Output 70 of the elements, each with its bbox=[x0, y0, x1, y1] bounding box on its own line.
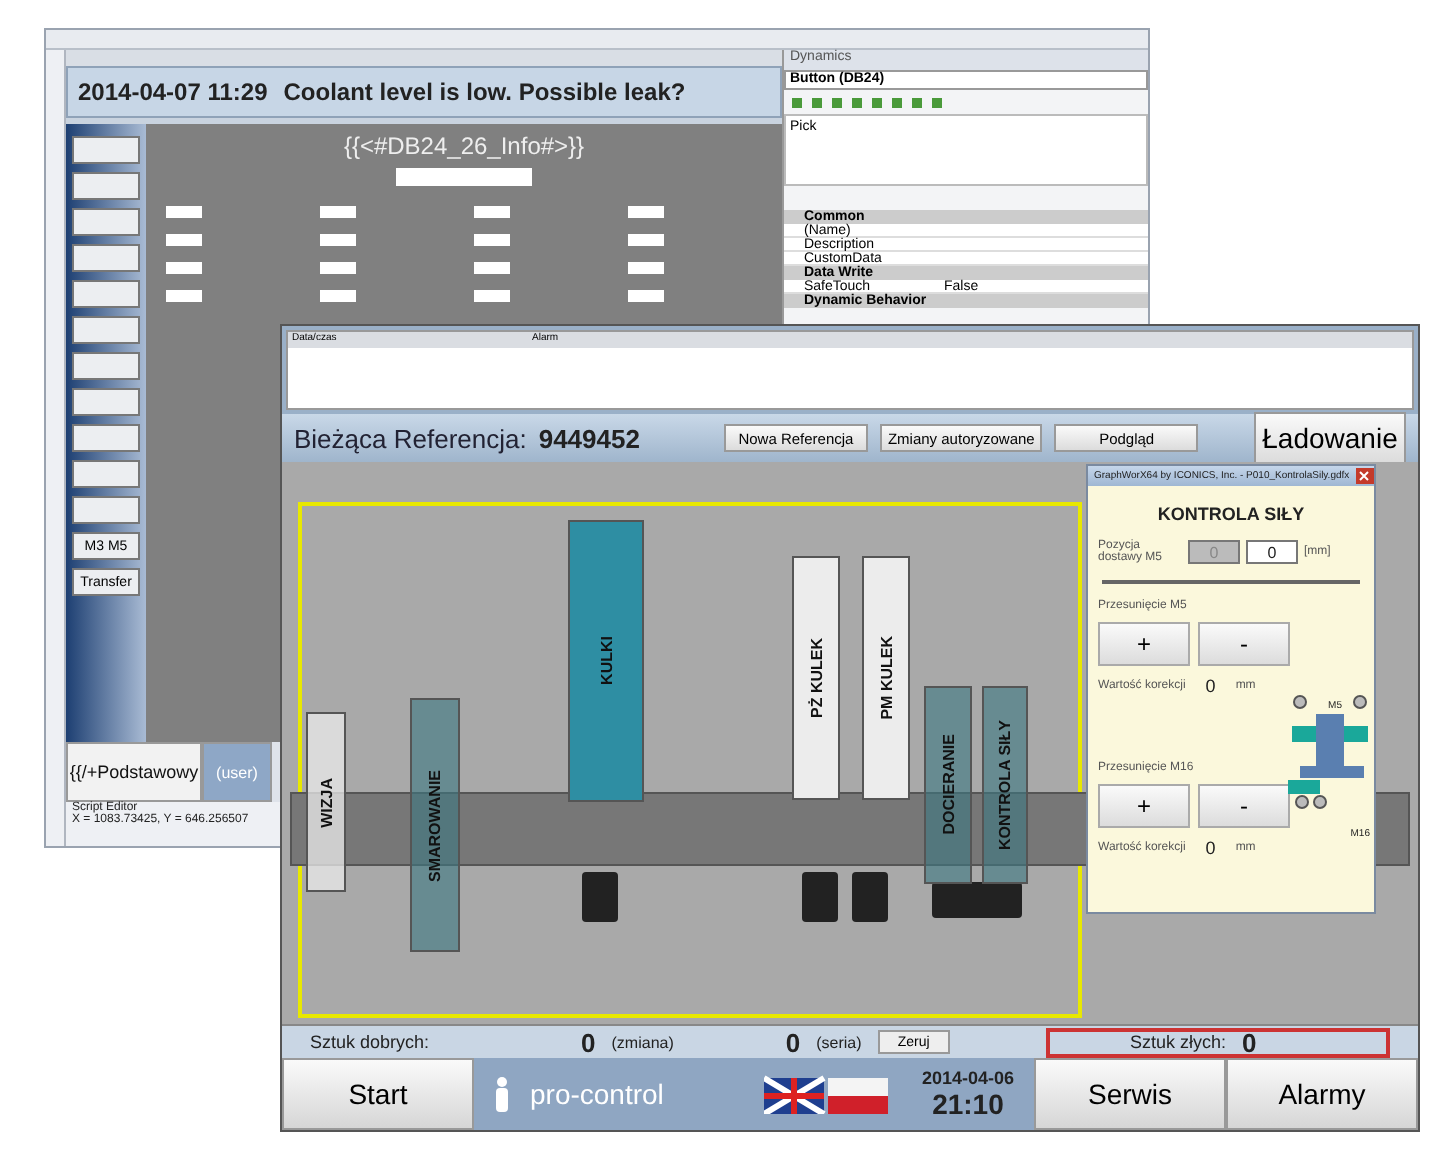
station[interactable]: PŻ KULEK bbox=[792, 556, 840, 800]
screen-title: {{<#DB24_26_Info#>}} bbox=[343, 132, 585, 160]
alarms-button[interactable]: Alarmy bbox=[1226, 1058, 1418, 1130]
footer-tab[interactable]: {{/+Podstawowy bbox=[66, 742, 202, 802]
value-field[interactable] bbox=[320, 234, 356, 246]
value-field[interactable] bbox=[320, 290, 356, 302]
side-button[interactable] bbox=[72, 244, 140, 272]
load-button[interactable]: Ładowanie bbox=[1254, 412, 1406, 464]
minus-button[interactable]: - bbox=[1198, 784, 1290, 828]
reference-label: Bieżąca Referencja: bbox=[294, 423, 527, 453]
side-button[interactable] bbox=[72, 424, 140, 452]
value-field[interactable] bbox=[166, 290, 202, 302]
good-count-label: Sztuk dobrych: bbox=[310, 1032, 430, 1052]
value-field[interactable] bbox=[474, 290, 510, 302]
correction-value: 0 bbox=[1205, 838, 1216, 858]
value-field[interactable] bbox=[628, 206, 664, 218]
minus-button[interactable]: - bbox=[1198, 622, 1290, 666]
value-field[interactable] bbox=[628, 290, 664, 302]
bad-count: 0 bbox=[1242, 1027, 1257, 1057]
correction-value: 0 bbox=[1205, 676, 1216, 696]
alarm-date: 2014-04-07 11:29 bbox=[78, 78, 268, 106]
station[interactable]: KONTROLA SIŁY bbox=[982, 686, 1028, 884]
service-button[interactable]: Serwis bbox=[1034, 1058, 1226, 1130]
dialog-heading: KONTROLA SIŁY bbox=[1157, 504, 1305, 524]
side-button[interactable] bbox=[72, 136, 140, 164]
side-button[interactable] bbox=[72, 280, 140, 308]
close-icon[interactable] bbox=[1355, 468, 1374, 484]
value-field[interactable] bbox=[166, 234, 202, 246]
text-field[interactable] bbox=[396, 168, 532, 186]
station[interactable]: KULKI bbox=[568, 520, 644, 802]
shift-label: (zmiana) bbox=[611, 1033, 674, 1051]
value-field[interactable] bbox=[166, 206, 202, 218]
side-button[interactable] bbox=[72, 316, 140, 344]
person-icon bbox=[494, 1076, 510, 1112]
side-button[interactable] bbox=[72, 352, 140, 380]
station[interactable]: SMAROWANIE bbox=[410, 698, 460, 952]
side-button[interactable] bbox=[72, 460, 140, 488]
side-button[interactable] bbox=[72, 496, 140, 524]
language-flags-icon[interactable] bbox=[763, 1074, 888, 1114]
actuator-block bbox=[582, 872, 618, 922]
date: 2014-04-06 bbox=[921, 1068, 1014, 1088]
actuator-block bbox=[802, 872, 838, 922]
series-count: 0 bbox=[785, 1027, 801, 1057]
value-field[interactable] bbox=[166, 262, 202, 274]
shift-count: 0 bbox=[581, 1027, 596, 1057]
side-button[interactable] bbox=[72, 208, 140, 236]
value-field[interactable] bbox=[474, 262, 510, 274]
start-button[interactable]: Start bbox=[282, 1058, 474, 1130]
side-button[interactable] bbox=[72, 172, 140, 200]
value-field[interactable] bbox=[320, 262, 356, 274]
series-label: (seria) bbox=[816, 1033, 862, 1051]
reference-value: 9449452 bbox=[538, 423, 640, 453]
plus-button[interactable]: + bbox=[1098, 622, 1190, 666]
user-name: pro-control bbox=[530, 1078, 664, 1110]
actuator-block bbox=[852, 872, 888, 922]
plus-button[interactable]: + bbox=[1098, 784, 1190, 828]
station[interactable]: WIZJA bbox=[306, 712, 346, 892]
bad-count-label: Sztuk złych: bbox=[1130, 1032, 1227, 1052]
station[interactable]: PM KULEK bbox=[862, 556, 910, 800]
value-field[interactable] bbox=[474, 234, 510, 246]
value-field[interactable] bbox=[320, 206, 356, 218]
station[interactable]: DOCIERANIE bbox=[924, 686, 972, 884]
value-field[interactable] bbox=[628, 234, 664, 246]
actuator-block bbox=[932, 882, 1022, 918]
position-input[interactable]: 0 bbox=[1246, 540, 1298, 564]
value-field[interactable] bbox=[474, 206, 510, 218]
alarm-message: Coolant level is low. Possible leak? bbox=[283, 78, 686, 106]
clock: 21:10 bbox=[932, 1088, 1004, 1120]
side-button[interactable] bbox=[72, 388, 140, 416]
value-field[interactable] bbox=[628, 262, 664, 274]
